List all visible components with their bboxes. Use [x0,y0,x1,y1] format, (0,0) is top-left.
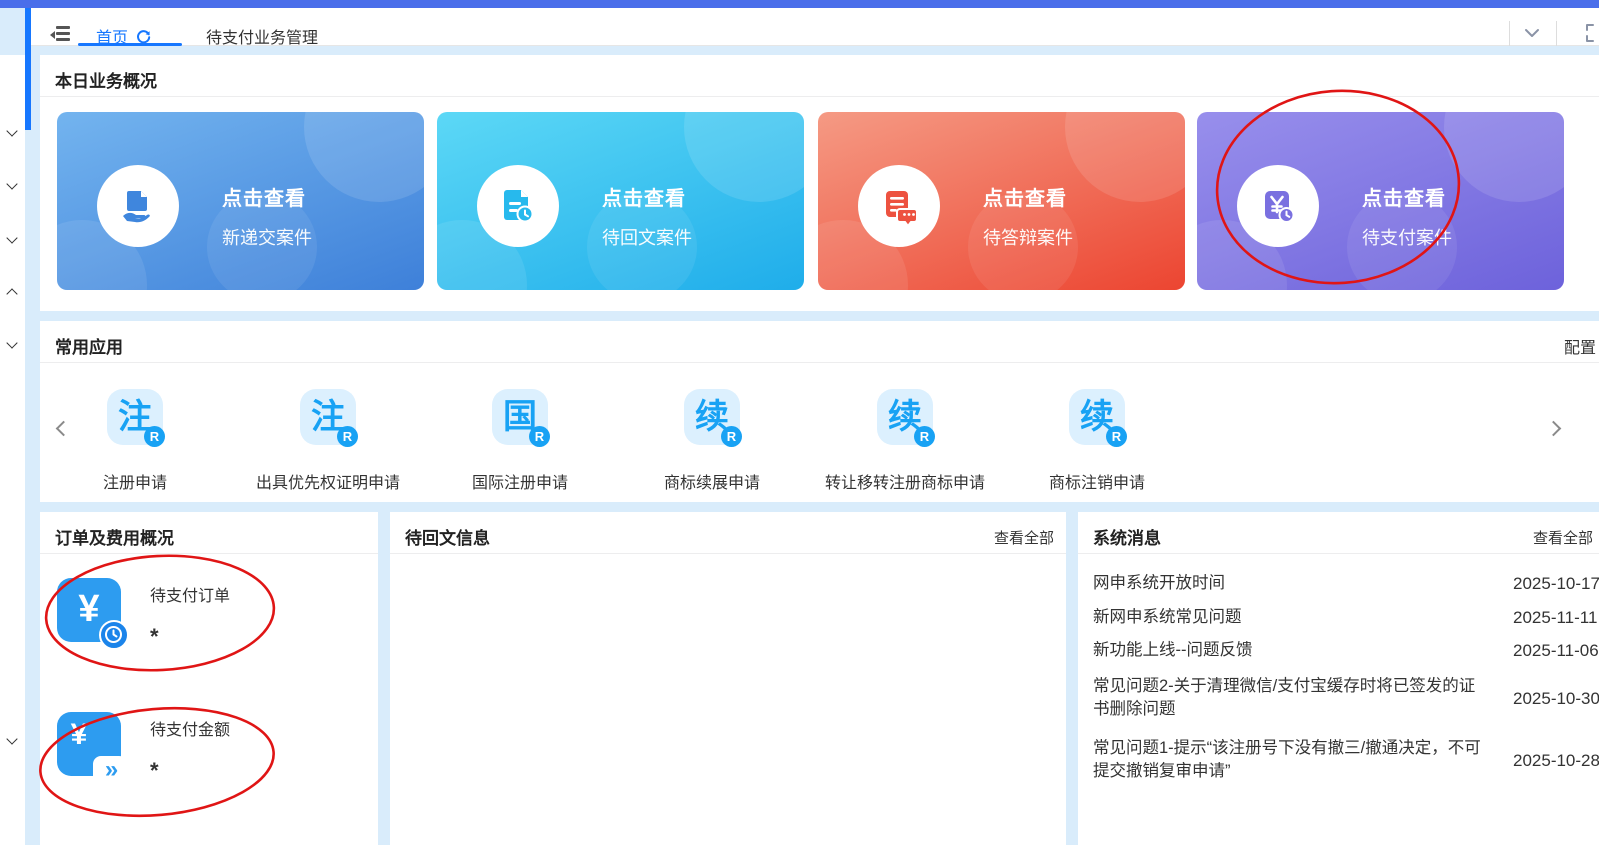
today-overview-panel: 本日业务概况 点击查看 新递交案件 点击查看 待回文案件 点击查看 待答辩案件 … [40,55,1599,311]
r-badge-icon: R [1106,426,1127,447]
message-row[interactable]: 常见问题2-关于清理微信/支付宝缓存时将已签发的证书删除问题 2025-10-3… [1093,675,1599,723]
corner-block [0,8,25,55]
system-messages-panel: 系统消息 查看全部 网申系统开放时间 2025-10-17 新网申系统常见问题 … [1078,512,1599,845]
sidebar-chevron-down-icon[interactable] [6,337,18,349]
message-date: 2025-10-28 [1513,751,1599,770]
fee-label: 待支付金额 [150,722,231,739]
app-label: 国际注册申请 [471,475,568,492]
message-date: 2025-11-06 [1513,641,1599,660]
today-overview-title: 本日业务概况 [55,72,157,91]
divider [40,96,1599,97]
view-all-link[interactable]: 查看全部 [1533,527,1593,548]
common-apps-panel: 常用应用 配置 注 R 注册申请 注 R 出具优先权证明申请 国 R 国际注册申… [40,321,1599,502]
message-text: 网申系统开放时间 [1093,574,1225,592]
r-badge-icon: R [144,426,165,447]
app-item-priority-proof[interactable]: 注 R 出具优先权证明申请 [228,389,428,493]
r-badge-icon: R [721,426,742,447]
card-label: 待答辩案件 [983,228,1073,248]
r-badge-icon: R [914,426,935,447]
message-text: 常见问题1-提示“该注册号下没有撤三/撤通决定，不可提交撤销复审申请” [1093,739,1481,780]
message-date: 2025-10-30 [1513,689,1599,708]
card-pending-defense-cases[interactable]: 点击查看 待答辩案件 [818,112,1185,290]
card-pending-payment-cases[interactable]: 点击查看 待支付案件 [1197,112,1564,290]
message-row[interactable]: 常见问题1-提示“该注册号下没有撤三/撤通决定，不可提交撤销复审申请” 2025… [1093,737,1599,785]
configure-link[interactable]: 配置 [1564,334,1596,358]
orders-fees-panel: 订单及费用概况 ¥ 待支付订单 * ¥ » 待支付金额 * [40,512,378,845]
app-label: 转让移转注册商标申请 [824,475,985,492]
divider [40,362,1599,363]
app-item-cancellation[interactable]: 续 R 商标注销申请 [997,389,1197,493]
card-action-text: 点击查看 [983,188,1067,210]
divider [40,553,378,554]
app-label: 出具优先权证明申请 [255,475,400,492]
card-label: 待回文案件 [602,228,692,248]
tabbar-divider [1556,21,1557,47]
app-label: 商标续展申请 [663,475,760,492]
fee-value: * [150,758,159,783]
app-label: 商标注销申请 [1048,475,1145,492]
divider [1078,553,1599,554]
card-label: 新递交案件 [222,228,312,248]
chevron-down-icon[interactable] [1522,26,1542,40]
divider [390,553,1066,554]
chat-reply-icon [858,165,940,247]
card-action-text: 点击查看 [1362,188,1446,210]
top-accent-bar [0,0,1599,8]
app-item-registration[interactable]: 注 R 注册申请 [35,389,235,493]
app-item-transfer[interactable]: 续 R 转让移转注册商标申请 [805,389,1005,493]
tab-bar: 首页 待支付业务管理 [0,8,1599,48]
fee-value: * [150,624,159,649]
message-text: 新功能上线--问题反馈 [1093,641,1253,659]
pending-payment-orders-item[interactable]: ¥ 待支付订单 * [57,578,357,668]
carousel-right-arrow[interactable] [1545,419,1564,439]
r-badge-icon: R [337,426,358,447]
expand-icon[interactable] [1586,24,1599,42]
card-new-submitted-cases[interactable]: 点击查看 新递交案件 [57,112,424,290]
card-pending-reply-cases[interactable]: 点击查看 待回文案件 [437,112,804,290]
fee-label: 待支付订单 [150,588,231,605]
pending-reply-panel: 待回文信息 查看全部 [390,512,1066,845]
message-row[interactable]: 新网申系统常见问题 2025-11-11 [1093,606,1597,630]
message-row[interactable]: 网申系统开放时间 2025-10-17 [1093,572,1599,596]
message-row[interactable]: 新功能上线--问题反馈 2025-11-06 [1093,639,1599,663]
sidebar-chevron-down-icon[interactable] [6,178,18,190]
document-hand-icon [97,165,179,247]
refresh-icon[interactable] [135,28,152,45]
app-label: 注册申请 [102,475,167,492]
common-apps-title: 常用应用 [55,338,123,357]
dashboard-page: 首页 待支付业务管理 本日业务概况 点击查看 新递交案件 点击查看 待回文案件 … [0,0,1599,845]
pending-reply-title: 待回文信息 [405,529,490,548]
tab-pending-payment[interactable]: 待支付业务管理 [206,24,318,48]
r-badge-icon: R [529,426,550,447]
card-action-text: 点击查看 [602,188,686,210]
left-blue-strip [25,8,31,130]
document-clock-icon [477,165,559,247]
yen-clock-icon: ¥ [57,578,129,650]
message-date: 2025-11-11 [1513,608,1598,627]
sidebar-chevron-down-icon[interactable] [6,232,18,244]
app-item-international-registration[interactable]: 国 R 国际注册申请 [420,389,620,493]
card-action-text: 点击查看 [222,188,306,210]
tabbar-divider [1509,21,1510,47]
yen-forward-icon: ¥ » [57,712,127,786]
sidebar-chevron-down-icon[interactable] [6,733,18,745]
system-messages-title: 系统消息 [1093,529,1161,548]
view-all-link[interactable]: 查看全部 [994,527,1054,548]
message-date: 2025-10-17 [1513,574,1599,593]
orders-fees-title: 订单及费用概况 [55,529,174,548]
message-text: 新网申系统常见问题 [1093,608,1242,626]
app-item-renewal[interactable]: 续 R 商标续展申请 [612,389,812,493]
payment-clock-icon [1237,165,1319,247]
message-text: 常见问题2-关于清理微信/支付宝缓存时将已签发的证书删除问题 [1093,677,1476,718]
collapse-menu-icon[interactable] [50,26,72,42]
sidebar-chevron-up-icon[interactable] [6,288,18,300]
sidebar-chevron-down-icon[interactable] [6,125,18,137]
left-sidebar [0,55,25,845]
card-label: 待支付案件 [1362,228,1452,248]
pending-payment-amount-item[interactable]: ¥ » 待支付金额 * [57,712,357,802]
